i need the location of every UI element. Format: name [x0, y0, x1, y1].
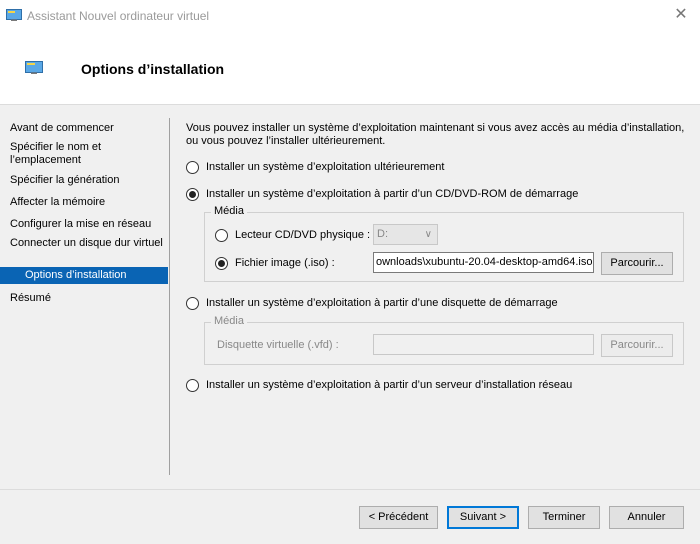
physical-drive-option[interactable]: Lecteur CD/DVD physique :: [215, 227, 370, 243]
close-button[interactable]: ✕: [662, 0, 700, 30]
radio-button[interactable]: [186, 296, 199, 310]
group-legend: Média: [211, 205, 247, 217]
vfd-path-input[interactable]: [373, 334, 594, 355]
nav-item-memoire[interactable]: Affecter la mémoire: [10, 196, 165, 209]
radio-button[interactable]: [186, 187, 199, 201]
page-title: Options d’installation: [81, 61, 225, 77]
option-cd-dvd[interactable]: Installer un système d’exploitation à pa…: [186, 186, 578, 202]
option-network[interactable]: Installer un système d’exploitation à pa…: [186, 377, 572, 393]
nav-item-generation[interactable]: Spécifier la génération: [10, 174, 165, 187]
title-bar: Assistant Nouvel ordinateur virtuel ✕: [0, 0, 700, 30]
option-floppy-label: Installer un système d’exploitation à pa…: [206, 297, 558, 309]
option-floppy[interactable]: Installer un système d’exploitation à pa…: [186, 295, 558, 311]
nav-item-nom-emplacement[interactable]: Spécifier le nom et l’emplacement: [10, 141, 165, 167]
radio-button[interactable]: [215, 228, 228, 242]
iso-path-input[interactable]: ownloads\xubuntu-20.04-desktop-amd64.iso: [373, 252, 594, 273]
group-legend: Média: [211, 315, 247, 327]
finish-button[interactable]: Terminer: [528, 506, 600, 529]
nav-item-resume[interactable]: Résumé: [10, 292, 165, 305]
wizard-header: Options d’installation: [0, 30, 700, 105]
next-button[interactable]: Suivant >: [447, 506, 519, 529]
option-later[interactable]: Installer un système d’exploitation ulté…: [186, 159, 444, 175]
previous-button[interactable]: < Précédent: [359, 506, 438, 529]
browse-iso-button[interactable]: Parcourir...: [601, 252, 673, 275]
wizard-steps-nav: Avant de commencer Spécifier le nom et l…: [0, 106, 170, 475]
physical-drive-value: D:: [377, 228, 388, 240]
nav-item-reseau[interactable]: Configurer la mise en réseau: [10, 218, 165, 231]
option-network-label: Installer un système d’exploitation à pa…: [206, 379, 573, 391]
monitor-icon: [6, 9, 22, 21]
physical-drive-label: Lecteur CD/DVD physique :: [235, 229, 371, 241]
footer-divider: [0, 489, 700, 490]
nav-item-options-installation[interactable]: Options d’installation: [0, 267, 168, 284]
radio-button[interactable]: [215, 256, 228, 270]
physical-drive-select[interactable]: D: ∨: [373, 224, 438, 245]
radio-button[interactable]: [186, 378, 199, 392]
cancel-button[interactable]: Annuler: [609, 506, 684, 529]
iso-image-option[interactable]: Fichier image (.iso) :: [215, 255, 335, 271]
close-icon: ✕: [674, 6, 688, 23]
browse-vfd-button[interactable]: Parcourir...: [601, 334, 673, 357]
nav-item-avant-de-commencer[interactable]: Avant de commencer: [10, 122, 165, 135]
iso-image-label: Fichier image (.iso) :: [235, 257, 335, 269]
window-title: Assistant Nouvel ordinateur virtuel: [27, 9, 210, 23]
nav-item-disque-dur[interactable]: Connecter un disque dur virtuel: [10, 237, 165, 250]
option-later-label: Installer un système d’exploitation ulté…: [206, 161, 445, 173]
monitor-icon: [25, 61, 43, 74]
chevron-down-icon: ∨: [424, 229, 432, 240]
intro-text: Vous pouvez installer un système d’explo…: [186, 122, 685, 147]
sidebar-divider: [169, 118, 170, 475]
radio-button[interactable]: [186, 160, 199, 174]
vfd-label: Disquette virtuelle (.vfd) :: [217, 339, 339, 351]
option-cd-dvd-label: Installer un système d’exploitation à pa…: [206, 188, 579, 200]
